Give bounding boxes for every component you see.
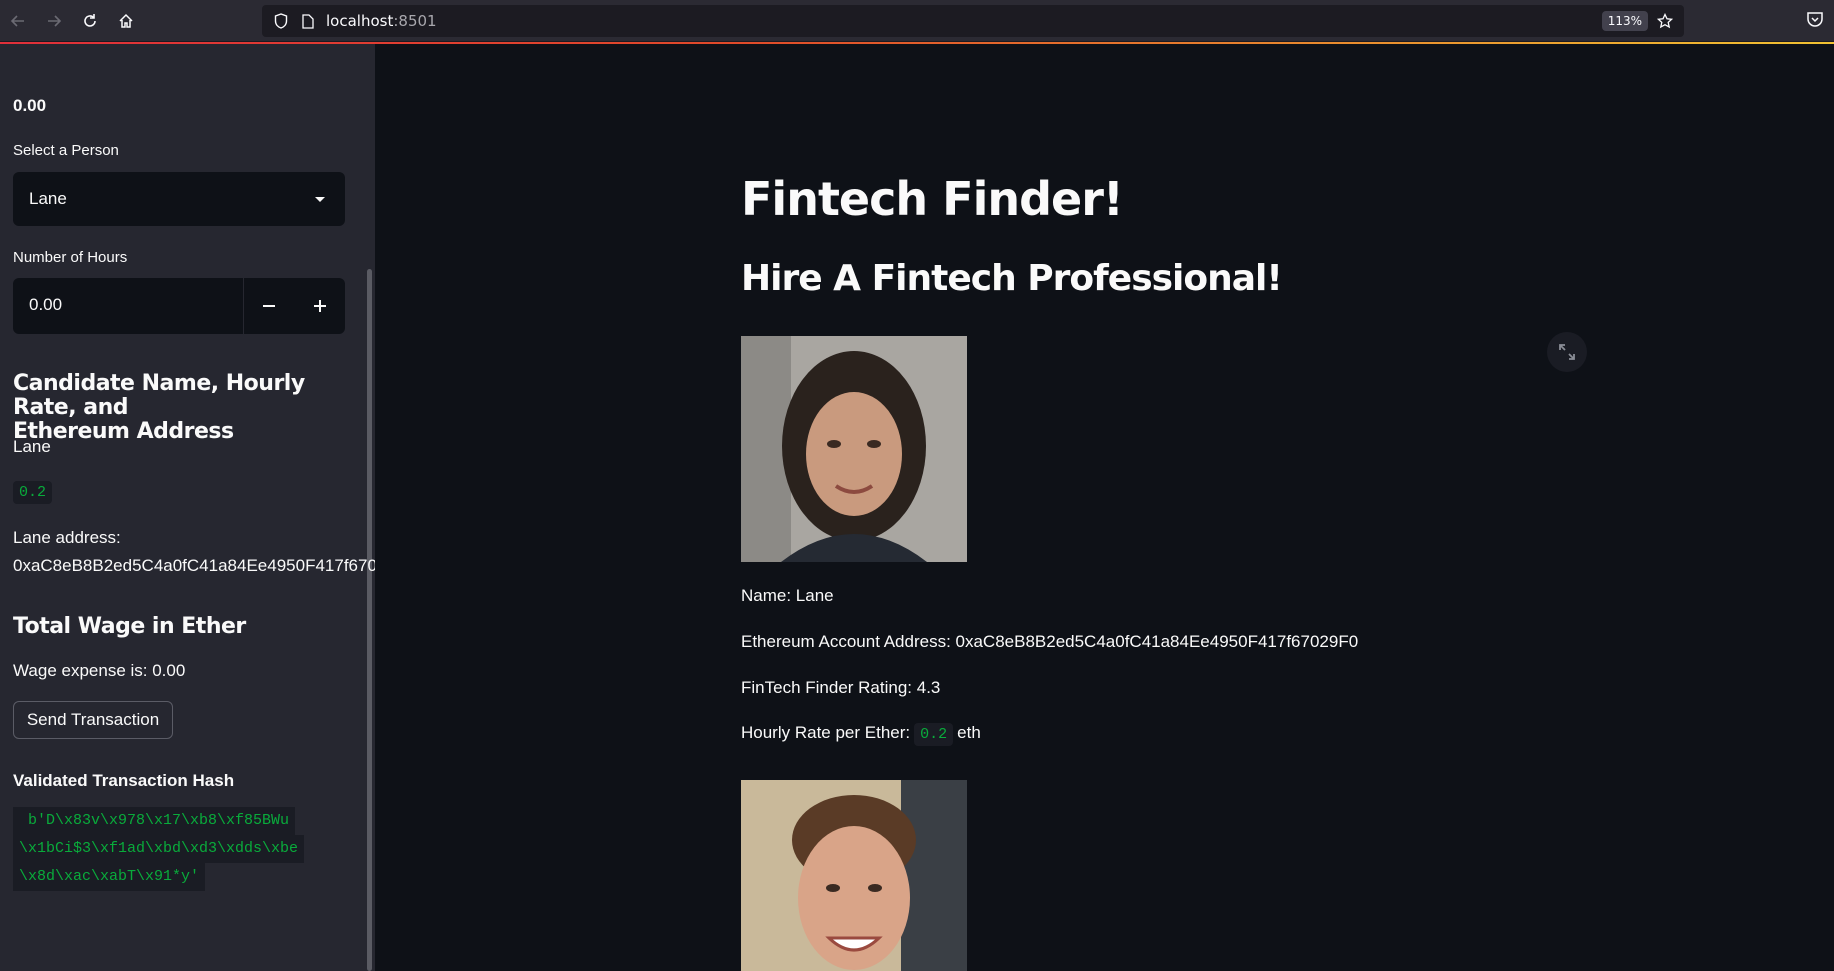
candidate-address-text: Ethereum Account Address: 0xaC8eB8B2ed5C… — [741, 632, 1359, 651]
candidate-address-value: 0xaC8eB8B2ed5C4a0fC41a84Ee4950F417f6702 — [13, 556, 375, 575]
candidate-heading-line2: Ethereum Address — [13, 419, 234, 444]
reload-icon[interactable] — [78, 9, 102, 33]
person-select[interactable]: Lane — [13, 172, 345, 226]
hours-input[interactable]: 0.00 — [29, 295, 62, 315]
hours-label: Number of Hours — [13, 249, 128, 266]
candidate-name-text: Name: Lane — [741, 586, 834, 605]
page-title: Fintech Finder! — [741, 172, 1124, 226]
select-person-label: Select a Person — [13, 142, 119, 159]
candidate-address-label: Lane address: — [13, 528, 121, 547]
pocket-icon[interactable] — [1806, 10, 1826, 30]
zoom-level[interactable]: 113% — [1601, 11, 1648, 31]
hourly-rate-code: 0.2 — [914, 723, 954, 746]
increment-button[interactable] — [295, 278, 345, 334]
sidebar: 0.00 Select a Person Lane Number of Hour… — [0, 44, 375, 971]
bookmark-star-icon[interactable] — [1654, 10, 1676, 32]
shield-icon[interactable] — [272, 12, 290, 30]
sidebar-scrollbar[interactable] — [367, 269, 372, 971]
fullscreen-icon[interactable] — [1547, 332, 1587, 372]
candidate-rate-code: 0.2 — [13, 481, 53, 504]
hash-line: \x1bCi$3\xf1ad\xbd\xd3\xdds\xbe — [13, 835, 305, 863]
page-icon — [300, 12, 316, 30]
hourly-rate-prefix: Hourly Rate per Ether: — [741, 723, 911, 742]
url-text: localhost:8501 — [326, 12, 437, 30]
hash-heading: Validated Transaction Hash — [13, 771, 235, 790]
back-icon[interactable] — [6, 9, 30, 33]
address-bar[interactable]: localhost:8501 113% — [262, 5, 1684, 37]
transaction-hash-code: b'D\x83v\x978\x17\xb8\xf85BWu \x1bCi$3\x… — [13, 807, 309, 891]
send-transaction-button[interactable]: Send Transaction — [13, 701, 173, 739]
candidate-photo-next — [741, 780, 967, 971]
forward-icon[interactable] — [42, 9, 66, 33]
decrement-button[interactable] — [243, 278, 293, 334]
wage-heading: Total Wage in Ether — [13, 614, 246, 639]
hash-line: \x8d\xac\xabT\x91*y' — [13, 863, 206, 891]
url-port: :8501 — [393, 12, 437, 30]
url-host: localhost — [326, 12, 394, 30]
candidate-photo-lane — [741, 336, 967, 562]
candidate-heading-line1: Candidate Name, Hourly Rate, and — [13, 371, 305, 420]
hours-stepper[interactable]: 0.00 — [13, 278, 345, 334]
candidate-rating-text: FinTech Finder Rating: 4.3 — [741, 678, 941, 697]
home-icon[interactable] — [114, 9, 138, 33]
candidate-name: Lane — [13, 437, 51, 456]
main-content: Fintech Finder! Hire A Fintech Professio… — [375, 44, 1834, 971]
browser-toolbar: localhost:8501 113% — [0, 0, 1834, 42]
hourly-rate-text: Hourly Rate per Ether: 0.2 eth — [741, 723, 981, 746]
page-subtitle: Hire A Fintech Professional! — [741, 258, 1283, 299]
hourly-rate-suffix: eth — [957, 723, 981, 742]
wage-text: Wage expense is: 0.00 — [13, 661, 186, 680]
person-select-value: Lane — [29, 189, 67, 208]
hash-line: b'D\x83v\x978\x17\xb8\xf85BWu — [13, 807, 296, 835]
candidate-heading: Candidate Name, Hourly Rate, and Ethereu… — [13, 372, 365, 444]
chevron-down-icon[interactable] — [315, 197, 325, 202]
sidebar-top-value: 0.00 — [13, 96, 47, 115]
